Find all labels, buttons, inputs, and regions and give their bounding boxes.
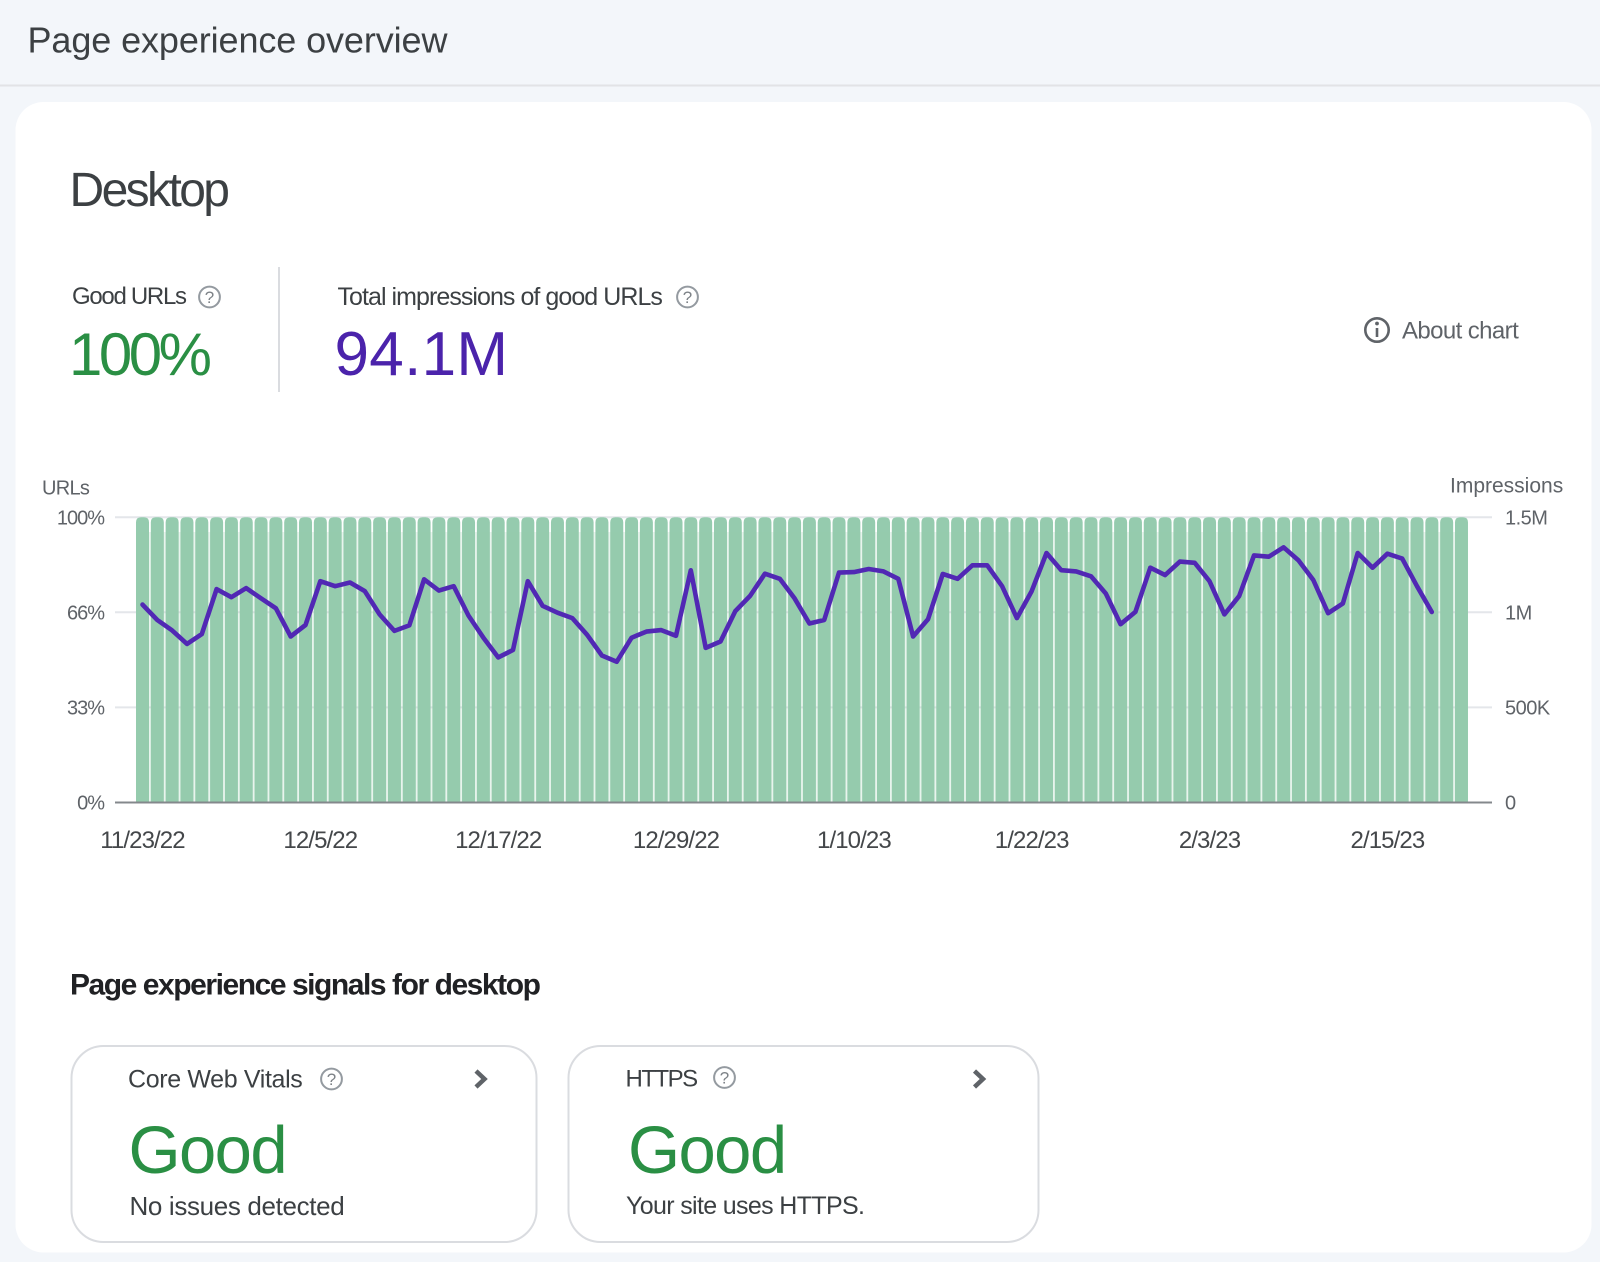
svg-text:Impressions: Impressions <box>1450 475 1563 498</box>
svg-text:Core Web Vitals: Core Web Vitals <box>128 1066 302 1094</box>
svg-text:2/15/23: 2/15/23 <box>1351 827 1425 854</box>
svg-text:66%: 66% <box>67 603 105 625</box>
svg-text:Total impressions of good URLs: Total impressions of good URLs <box>338 283 663 311</box>
svg-text:Your site uses HTTPS.: Your site uses HTTPS. <box>626 1192 864 1220</box>
svg-text:2/3/23: 2/3/23 <box>1179 827 1241 854</box>
svg-text:1/10/23: 1/10/23 <box>817 827 891 854</box>
svg-text:No issues detected: No issues detected <box>130 1191 345 1221</box>
svg-text:1/22/23: 1/22/23 <box>995 827 1069 854</box>
svg-text:0: 0 <box>1505 793 1516 815</box>
svg-text:12/17/22: 12/17/22 <box>455 827 542 854</box>
svg-text:Good: Good <box>129 1113 287 1188</box>
svg-text:HTTPS: HTTPS <box>626 1066 698 1093</box>
svg-text:94.1M: 94.1M <box>335 320 509 389</box>
svg-text:About chart: About chart <box>1402 318 1519 345</box>
svg-text:0%: 0% <box>77 793 105 815</box>
svg-text:URLs: URLs <box>42 478 90 500</box>
svg-text:11/23/22: 11/23/22 <box>100 827 185 854</box>
svg-text:Good URLs: Good URLs <box>72 283 187 310</box>
svg-text:100%: 100% <box>69 321 211 388</box>
svg-text:1.5M: 1.5M <box>1505 507 1547 529</box>
svg-text:?: ? <box>683 288 692 307</box>
svg-text:12/29/22: 12/29/22 <box>633 827 720 854</box>
svg-text:Page experience signals for de: Page experience signals for desktop <box>70 969 541 1002</box>
svg-text:Good: Good <box>628 1113 786 1188</box>
svg-text:500K: 500K <box>1505 698 1551 720</box>
svg-text:33%: 33% <box>67 698 105 720</box>
svg-text:Page experience overview: Page experience overview <box>28 20 449 61</box>
svg-text:100%: 100% <box>57 507 105 529</box>
svg-text:Desktop: Desktop <box>70 164 229 217</box>
svg-text:1M: 1M <box>1505 603 1532 625</box>
svg-text:?: ? <box>720 1068 729 1087</box>
svg-text:?: ? <box>327 1070 336 1089</box>
svg-text:12/5/22: 12/5/22 <box>283 827 357 854</box>
svg-text:?: ? <box>205 288 214 307</box>
